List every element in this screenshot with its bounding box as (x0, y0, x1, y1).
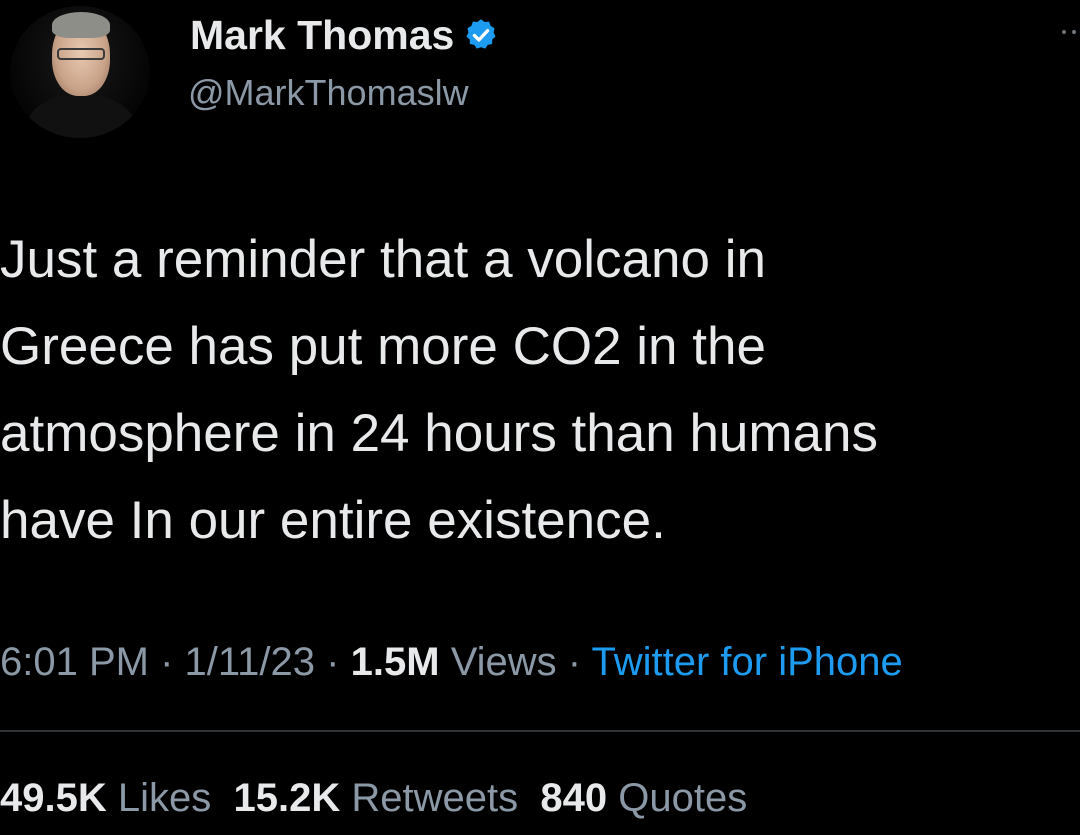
meta-separator: · (326, 640, 340, 684)
engagement-stats: 49.5K Likes 15.2K Retweets 840 Quotes (0, 768, 747, 828)
tweet-line: atmosphere in 24 hours than humans (0, 404, 878, 463)
author-handle[interactable]: @MarkThomaslw (188, 72, 469, 114)
likes-count: 49.5K (0, 776, 107, 820)
retweets-label: Retweets (351, 776, 519, 820)
tweet-date[interactable]: 1/11/23 (185, 640, 316, 684)
more-options-icon[interactable] (1062, 26, 1080, 38)
retweets-count: 15.2K (233, 776, 341, 820)
views-label: Views (450, 640, 557, 684)
meta-separator: · (567, 640, 582, 684)
tweet-meta: 6:01 PM · 1/11/23 · 1.5M Views · Twitter… (0, 632, 903, 692)
likes-label: Likes (117, 776, 212, 820)
verified-badge-icon (463, 17, 499, 53)
divider (0, 730, 1080, 732)
tweet-source-link[interactable]: Twitter for iPhone (592, 640, 903, 684)
retweets-stat[interactable]: 15.2K Retweets (234, 776, 519, 820)
quotes-count: 840 (540, 776, 608, 820)
avatar-shirt (28, 94, 134, 138)
views-count: 1.5M (350, 640, 440, 684)
avatar-glasses (57, 48, 105, 60)
avatar-hair (52, 12, 110, 38)
tweet-line: Just a reminder that a volcano in (0, 230, 766, 289)
quotes-stat[interactable]: 840 Quotes (540, 776, 747, 820)
likes-stat[interactable]: 49.5K Likes (0, 776, 211, 820)
avatar[interactable] (10, 6, 150, 138)
author-name[interactable]: Mark Thomas (190, 12, 454, 59)
tweet-line: Greece has put more CO2 in the (0, 317, 766, 376)
author-name-row: Mark Thomas (190, 10, 499, 60)
tweet-text: Just a reminder that a volcano in Greece… (0, 216, 1080, 564)
quotes-label: Quotes (618, 776, 748, 820)
tweet-line: have In our entire existence. (0, 491, 666, 550)
tweet-time[interactable]: 6:01 PM (0, 640, 149, 684)
meta-separator: · (160, 640, 174, 684)
